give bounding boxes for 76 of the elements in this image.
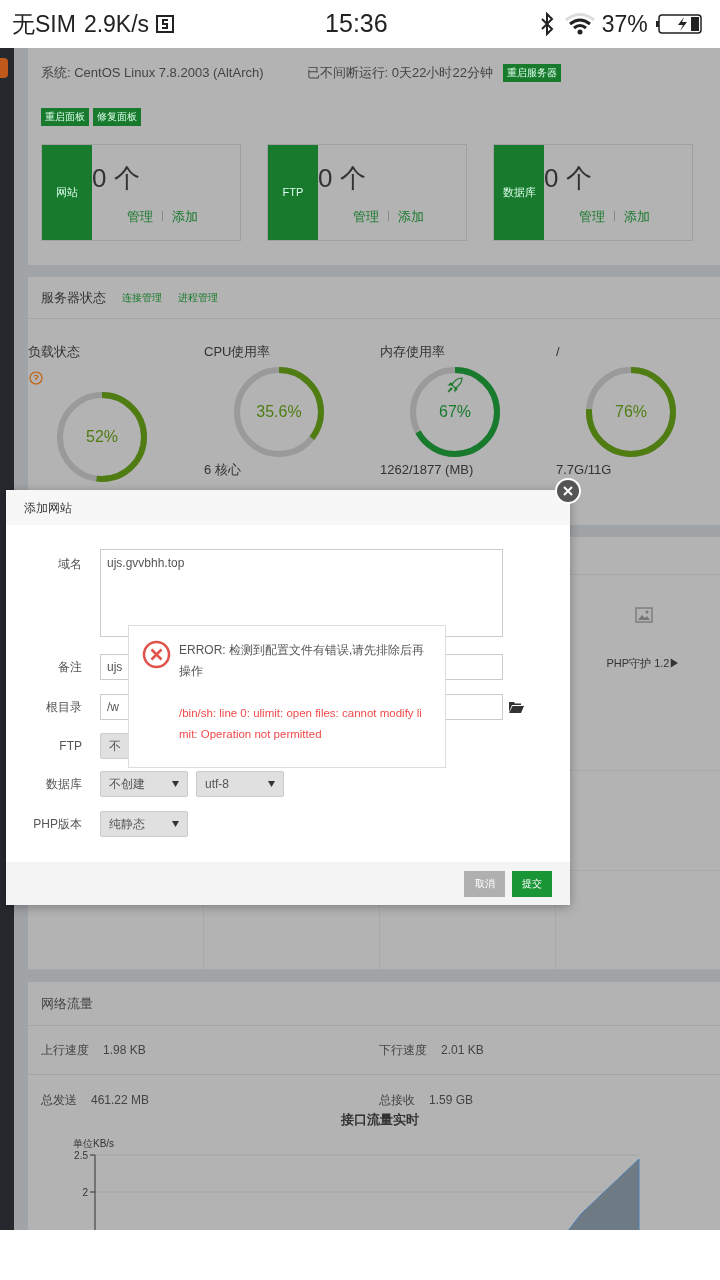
- stat-value: 1.98 KB: [103, 1042, 146, 1059]
- carrier-text: 无SIM: [12, 9, 76, 39]
- stat-label: 上行速度: [41, 1042, 89, 1059]
- caret-icon: [172, 781, 179, 787]
- add-link[interactable]: 添加: [398, 206, 424, 226]
- sim-icon: [155, 14, 176, 34]
- gauge-detail: 1262/1877 (MB): [380, 461, 474, 479]
- select-field[interactable]: 不创建: [100, 771, 188, 797]
- folder-icon[interactable]: [509, 701, 524, 713]
- panel-action-button[interactable]: 重启面板: [41, 107, 89, 126]
- add-link[interactable]: 添加: [172, 206, 198, 226]
- y-tick-label: 2.5: [74, 1150, 88, 1161]
- cancel-button[interactable]: 取消: [464, 870, 505, 897]
- counter-value: 0 个: [318, 162, 367, 193]
- gauge-value: 76%: [615, 402, 647, 422]
- close-icon: [563, 486, 573, 496]
- section-link[interactable]: 进程管理: [178, 290, 218, 305]
- manage-link[interactable]: 管理: [353, 206, 379, 226]
- wifi-icon: [563, 13, 596, 35]
- field-label: 根目录: [45, 699, 83, 716]
- error-message: ERROR: 检测到配置文件有错误,请先排除后再操作: [179, 642, 426, 680]
- clock: 15:36: [325, 8, 388, 40]
- y-tick-label: 2: [82, 1187, 88, 1198]
- field-label: FTP: [58, 738, 83, 755]
- chart-title: 接口流量实时: [341, 1111, 419, 1129]
- gauge-detail: 6 核心: [204, 461, 241, 479]
- submit-button[interactable]: 提交: [512, 870, 552, 897]
- section-link[interactable]: 连接管理: [122, 290, 162, 305]
- manage-link[interactable]: 管理: [579, 206, 605, 226]
- gauge-value: 67%: [439, 402, 471, 422]
- gauge-title: 负载状态: [28, 343, 80, 361]
- caret-icon: [268, 781, 275, 787]
- error-icon: [142, 640, 171, 669]
- stat-value: 2.01 KB: [441, 1042, 484, 1059]
- counter-label: 网站: [42, 144, 92, 240]
- add-link[interactable]: 添加: [624, 206, 650, 226]
- system-info: 系统: CentOS Linux 7.8.2003 (AltArch): [41, 64, 264, 82]
- stat-label: 总发送: [41, 1091, 77, 1109]
- rocket-icon: [446, 376, 464, 394]
- image-icon: [634, 607, 653, 623]
- notification-badge: [0, 58, 8, 78]
- gauge-detail: 7.7G/11G: [556, 461, 612, 479]
- gauge-value: 35.6%: [256, 402, 302, 422]
- counter-value: 0 个: [544, 162, 593, 193]
- uptime-text: 已不间断运行: 0天22小时22分钟: [306, 64, 493, 82]
- counter-value: 0 个: [92, 162, 141, 193]
- section-title: 网络流量: [41, 994, 93, 1013]
- gauge-title: /: [556, 343, 560, 361]
- software-name[interactable]: PHP守护 1.2▶: [606, 655, 681, 672]
- field-label: 备注: [57, 659, 83, 676]
- stat-value: 461.22 MB: [91, 1091, 150, 1109]
- stat-label: 下行速度: [379, 1042, 427, 1059]
- battery-icon: [655, 13, 704, 35]
- bluetooth-icon: [539, 12, 554, 36]
- caret-icon: [172, 821, 179, 827]
- manage-link[interactable]: 管理: [127, 206, 153, 226]
- counter-label: 数据库: [494, 144, 544, 240]
- section-title: 服务器状态: [41, 288, 106, 307]
- error-detail: /bin/sh: line 0: ulimit: open files: cannot modify limit: Operation not permitted: [179, 706, 423, 742]
- field-label: 域名: [57, 556, 83, 573]
- network-speed: 2.9K/s: [83, 9, 150, 39]
- dialog-title: 添加网站: [24, 499, 72, 517]
- select-field[interactable]: utf-8: [196, 771, 284, 797]
- field-label: PHP版本: [32, 816, 83, 833]
- stat-value: 1.59 GB: [429, 1091, 474, 1109]
- chart-y-label: 单位KB/s: [73, 1137, 115, 1151]
- battery-percent: 37%: [601, 9, 648, 39]
- gauge-title: 内存使用率: [380, 343, 445, 361]
- gauge-title: CPU使用率: [204, 343, 271, 361]
- select-field[interactable]: 纯静态: [100, 811, 188, 837]
- panel-action-button[interactable]: 修复面板: [93, 107, 141, 126]
- gauge-value: 52%: [86, 427, 118, 447]
- stat-label: 总接收: [379, 1091, 415, 1109]
- restart-server-button[interactable]: 重启服务器: [502, 63, 561, 82]
- field-label: 数据库: [45, 776, 83, 793]
- counter-label: FTP: [268, 144, 318, 240]
